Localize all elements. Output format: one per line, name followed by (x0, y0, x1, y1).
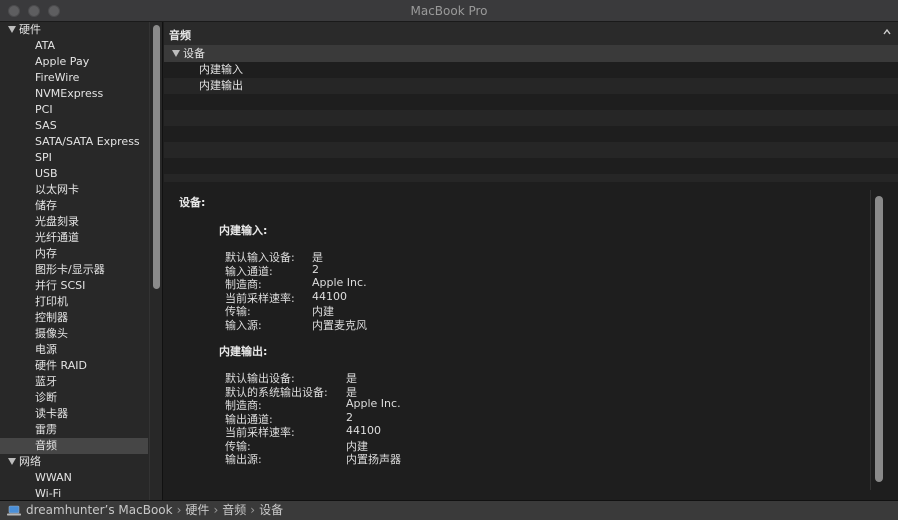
device-tree: 设备内建输入 内建输出 (164, 46, 898, 196)
sidebar-category-label: 硬件 (19, 23, 41, 36)
disclosure-triangle-icon[interactable] (8, 26, 16, 33)
detail-title: 设备: (179, 196, 206, 209)
tree-empty-row (164, 142, 898, 158)
detail-value: 44100 (312, 289, 347, 303)
sidebar-item-sas[interactable]: SAS (0, 118, 148, 134)
column-header[interactable]: 音频 (164, 22, 898, 46)
detail-section-title: 内建输入: (219, 224, 268, 237)
detail-label: 输入源: (225, 318, 262, 332)
detail-label: 输出源: (225, 453, 262, 466)
sidebar-item-item-25[interactable]: 音频 (0, 438, 148, 454)
breadcrumb-separator-icon: › (213, 503, 219, 517)
sidebar-item-wwan[interactable]: WWAN (0, 470, 148, 486)
sidebar-category-network[interactable]: 网络 (0, 454, 148, 470)
tree-empty-row (164, 94, 898, 110)
sidebar-item-item-14[interactable]: 图形卡/显示器 (0, 262, 148, 278)
sidebar-item-sata-sata-express[interactable]: SATA/SATA Express (0, 134, 148, 150)
sidebar-item-spi[interactable]: SPI (0, 150, 148, 166)
chevron-up-icon[interactable] (882, 26, 892, 38)
detail-value: 44100 (346, 424, 381, 437)
title-bar: MacBook Pro (0, 0, 898, 22)
tree-group-devices[interactable]: 设备 (164, 46, 898, 62)
detail-value: 2 (312, 262, 319, 276)
sidebar-item-item-18[interactable]: 摄像头 (0, 326, 148, 342)
detail-value: Apple Inc. (312, 276, 367, 289)
main-pane: 音频 设备内建输入 内建输出 设备: 内建输入: 默认输入设备: 是输入通道: 2 制造商… (164, 22, 898, 500)
sidebar-item-firewire[interactable]: FireWire (0, 70, 148, 86)
sidebar-category-label: 网络 (19, 455, 41, 468)
sidebar-item-item-19[interactable]: 电源 (0, 342, 148, 358)
sidebar-item-item-10[interactable]: 储存 (0, 198, 148, 214)
disclosure-triangle-icon[interactable] (8, 458, 16, 465)
sidebar-item-item-12[interactable]: 光纤通道 (0, 230, 148, 246)
sidebar-item-apple-pay[interactable]: Apple Pay (0, 54, 148, 70)
breadcrumb: dreamhunter’s MacBook › 硬件 › 音频 › 设备 (26, 501, 283, 520)
detail-section-title: 内建输出: (219, 345, 268, 358)
tree-empty-row (164, 110, 898, 126)
tree-group-label: 设备 (183, 47, 205, 60)
breadcrumb-item[interactable]: 设备 (259, 503, 283, 517)
sidebar-item-item-11[interactable]: 光盘刻录 (0, 214, 148, 230)
detail-pane: 设备: 内建输入: 默认输入设备: 是输入通道: 2 制造商: Apple Inc. 当前采… (164, 182, 898, 500)
breadcrumb-item[interactable]: 音频 (222, 503, 246, 517)
detail-value: Apple Inc. (346, 397, 401, 410)
tree-item[interactable]: 内建输出 (164, 78, 898, 94)
sidebar-item-scsi[interactable]: 并行 SCSI (0, 278, 148, 294)
sidebar: 硬件 ATA Apple Pay FireWire NVMExpress PCI SAS SA… (0, 22, 163, 500)
sidebar-item-item-16[interactable]: 打印机 (0, 294, 148, 310)
breadcrumb-item[interactable]: 硬件 (185, 503, 209, 517)
sidebar-item-item-22[interactable]: 诊断 (0, 390, 148, 406)
sidebar-item-raid[interactable]: 硬件 RAID (0, 358, 148, 374)
sidebar-item-usb[interactable]: USB (0, 166, 148, 182)
sidebar-item-wi-fi[interactable]: Wi-Fi (0, 486, 148, 500)
breadcrumb-separator-icon: › (250, 503, 256, 517)
sidebar-scrollbar[interactable] (149, 22, 162, 500)
sidebar-item-item-17[interactable]: 控制器 (0, 310, 148, 326)
sidebar-item-item-9[interactable]: 以太网卡 (0, 182, 148, 198)
window-title: MacBook Pro (410, 4, 488, 18)
sidebar-item-item-23[interactable]: 读卡器 (0, 406, 148, 422)
sidebar-item-nvmexpress[interactable]: NVMExpress (0, 86, 148, 102)
sidebar-scroll-thumb[interactable] (153, 25, 160, 289)
sidebar-item-ata[interactable]: ATA (0, 38, 148, 54)
tree-empty-row (164, 158, 898, 174)
detail-value: 内置扬声器 (346, 453, 401, 466)
tree-empty-row (164, 126, 898, 142)
sidebar-category-hardware[interactable]: 硬件 (0, 22, 148, 38)
sidebar-item-pci[interactable]: PCI (0, 102, 148, 118)
detail-value: 2 (346, 410, 353, 424)
detail-scrollbar[interactable] (870, 190, 886, 490)
status-bar: dreamhunter’s MacBook › 硬件 › 音频 › 设备 (0, 500, 898, 520)
sidebar-item-item-13[interactable]: 内存 (0, 246, 148, 262)
column-title: 音频 (169, 29, 191, 42)
breadcrumb-separator-icon: › (176, 503, 182, 517)
tree-item[interactable]: 内建输入 (164, 62, 898, 78)
detail-value: 内置麦克风 (312, 318, 367, 332)
breadcrumb-item[interactable]: dreamhunter’s MacBook (26, 503, 173, 517)
sidebar-item-item-21[interactable]: 蓝牙 (0, 374, 148, 390)
disclosure-triangle-icon[interactable] (172, 50, 180, 57)
sidebar-item-item-24[interactable]: 雷雳 (0, 422, 148, 438)
laptop-icon (7, 505, 21, 516)
detail-scroll-thumb[interactable] (875, 196, 883, 482)
